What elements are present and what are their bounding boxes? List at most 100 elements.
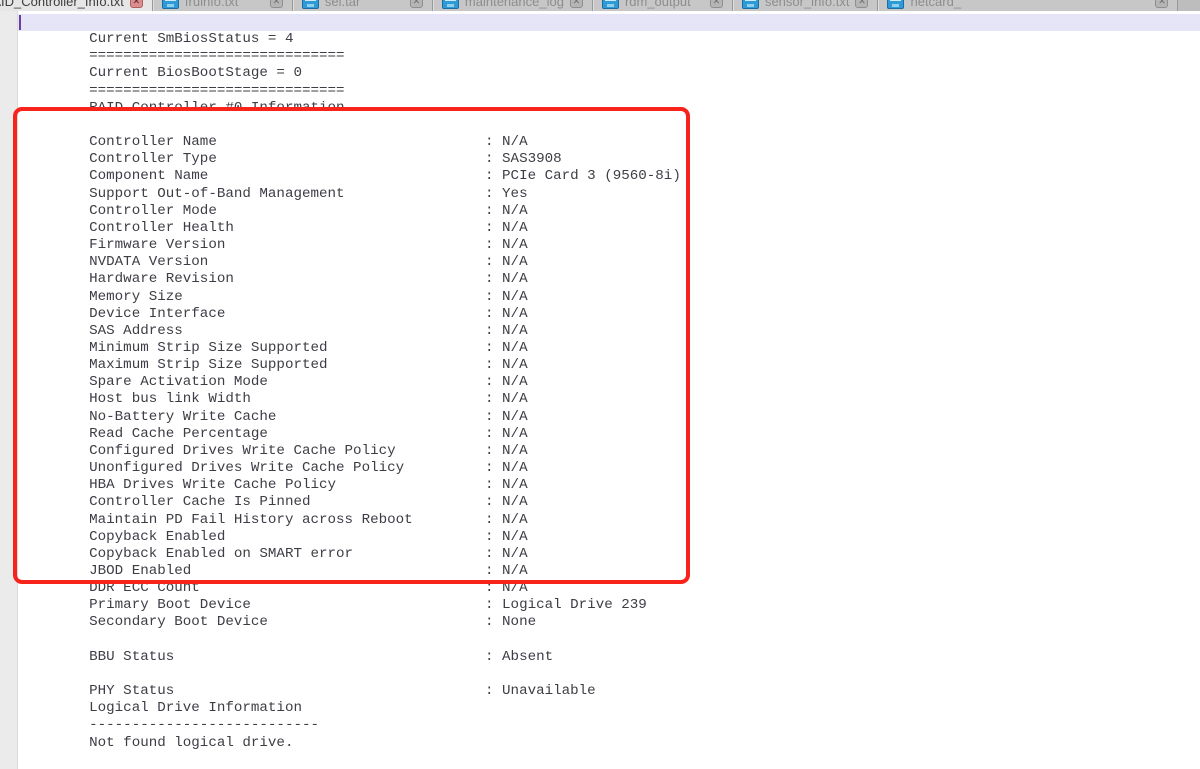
property-value: Unavailable <box>485 683 596 699</box>
property-label: DDR ECC Count <box>89 580 485 597</box>
saved-file-icon <box>442 0 459 9</box>
tab-bar: RAID_Controller_Info.txt ✕ fruinfo.txt ✕… <box>0 0 1200 11</box>
close-tab-icon[interactable]: ✕ <box>710 0 723 8</box>
property-label: --------------------------- <box>89 717 319 734</box>
property-label: Maintain PD Fail History across Reboot <box>89 512 485 529</box>
tab-filename: sel.tar <box>325 0 360 9</box>
property-label: Logical Drive Information <box>89 700 302 717</box>
text-line: PHY StatusUnavailable <box>21 666 1200 683</box>
property-label: Current BiosBootStage = 0 <box>89 65 302 82</box>
property-label: Read Cache Percentage <box>89 426 485 443</box>
property-value: N/A <box>485 443 528 459</box>
property-value: N/A <box>485 426 528 442</box>
property-label: SAS Address <box>89 323 485 340</box>
property-label: Controller Name <box>89 134 485 151</box>
property-label: Unonfigured Drives Write Cache Policy <box>89 460 485 477</box>
saved-file-icon <box>162 0 179 9</box>
property-value: N/A <box>485 340 528 356</box>
text-line: Current SmBiosStatus = 4 <box>21 14 1200 31</box>
property-value: N/A <box>485 237 528 253</box>
property-label: Firmware Version <box>89 237 485 254</box>
file-content: Current SmBiosStatus = 4 ===============… <box>21 14 1200 735</box>
property-label: Spare Activation Mode <box>89 374 485 391</box>
property-value: N/A <box>485 512 528 528</box>
property-label: Secondary Boot Device <box>89 614 485 631</box>
property-label: Component Name <box>89 168 485 185</box>
property-value: N/A <box>485 323 528 339</box>
editor-gutter <box>0 11 18 769</box>
file-tab[interactable]: sel.tar ✕ <box>293 0 433 11</box>
text-line: Controller NameN/A <box>21 117 1200 134</box>
property-label: HBA Drives Write Cache Policy <box>89 477 485 494</box>
property-label: BBU Status <box>89 649 485 666</box>
property-value: N/A <box>485 134 528 150</box>
property-value: N/A <box>485 409 528 425</box>
file-tab[interactable]: rdm_output ✕ <box>593 0 733 11</box>
property-label: Copyback Enabled on SMART error <box>89 546 485 563</box>
property-label: Controller Mode <box>89 203 485 220</box>
property-value: Logical Drive 239 <box>485 597 647 613</box>
property-value: N/A <box>485 306 528 322</box>
tab-strip: RAID_Controller_Info.txt ✕ fruinfo.txt ✕… <box>0 0 1178 11</box>
property-label: JBOD Enabled <box>89 563 485 580</box>
tab-filename: maintenance_log <box>465 0 564 9</box>
property-value: N/A <box>485 563 528 579</box>
property-value: SAS3908 <box>485 151 562 167</box>
saved-file-icon <box>887 0 904 9</box>
property-value: N/A <box>485 220 528 236</box>
property-value: N/A <box>485 477 528 493</box>
saved-file-icon <box>742 0 759 9</box>
property-value: N/A <box>485 254 528 270</box>
file-tab[interactable]: RAID_Controller_Info.txt ✕ <box>0 0 153 11</box>
property-label: PHY Status <box>89 683 485 700</box>
property-label: No-Battery Write Cache <box>89 409 485 426</box>
property-value: N/A <box>485 460 528 476</box>
property-label: Device Interface <box>89 306 485 323</box>
property-label: Controller Cache Is Pinned <box>89 494 485 511</box>
file-tab[interactable]: maintenance_log ✕ <box>433 0 593 11</box>
saved-file-icon <box>602 0 619 9</box>
property-value: N/A <box>485 529 528 545</box>
property-label: Minimum Strip Size Supported <box>89 340 485 357</box>
property-label: Current SmBiosStatus = 4 <box>89 31 293 48</box>
tab-filename: RAID_Controller_Info.txt <box>0 0 124 9</box>
property-value: N/A <box>485 391 528 407</box>
property-value: N/A <box>485 289 528 305</box>
close-tab-icon[interactable]: ✕ <box>270 0 283 8</box>
property-label: RAID Controller #0 Information <box>89 100 344 117</box>
property-value: N/A <box>485 580 528 596</box>
property-value: N/A <box>485 374 528 390</box>
property-value: N/A <box>485 494 528 510</box>
property-label: Configured Drives Write Cache Policy <box>89 443 485 460</box>
property-value: N/A <box>485 203 528 219</box>
property-label: Host bus link Width <box>89 391 485 408</box>
file-tab[interactable]: netcard_ ✕ <box>878 0 1178 11</box>
property-label: Not found logical drive. <box>89 735 293 752</box>
property-value: PCIe Card 3 (9560-8i) <box>485 168 681 184</box>
saved-file-icon <box>302 0 319 9</box>
property-value: N/A <box>485 546 528 562</box>
property-value: Absent <box>485 649 553 665</box>
property-label: Controller Type <box>89 151 485 168</box>
file-tab[interactable]: sensor_info.txt ✕ <box>733 0 879 11</box>
close-tab-icon[interactable]: ✕ <box>410 0 423 8</box>
property-label: NVDATA Version <box>89 254 485 271</box>
property-label: Controller Health <box>89 220 485 237</box>
property-label: Memory Size <box>89 289 485 306</box>
close-tab-icon[interactable]: ✕ <box>855 0 868 8</box>
property-label: Maximum Strip Size Supported <box>89 357 485 374</box>
property-label: Primary Boot Device <box>89 597 485 614</box>
text-line: BBU StatusAbsent <box>21 632 1200 649</box>
text-editor[interactable]: Current SmBiosStatus = 4 ===============… <box>0 11 1200 769</box>
close-tab-icon[interactable]: ✕ <box>1155 0 1168 8</box>
property-label: Support Out-of-Band Management <box>89 186 485 203</box>
property-label: ============================== <box>89 48 344 65</box>
close-tab-icon[interactable]: ✕ <box>570 0 583 8</box>
close-tab-icon[interactable]: ✕ <box>130 0 143 8</box>
property-value: Yes <box>485 186 528 202</box>
tab-filename: netcard_ <box>910 0 961 9</box>
property-label: Hardware Revision <box>89 271 485 288</box>
file-tab[interactable]: fruinfo.txt ✕ <box>153 0 293 11</box>
property-value: N/A <box>485 357 528 373</box>
property-value: None <box>485 614 536 630</box>
